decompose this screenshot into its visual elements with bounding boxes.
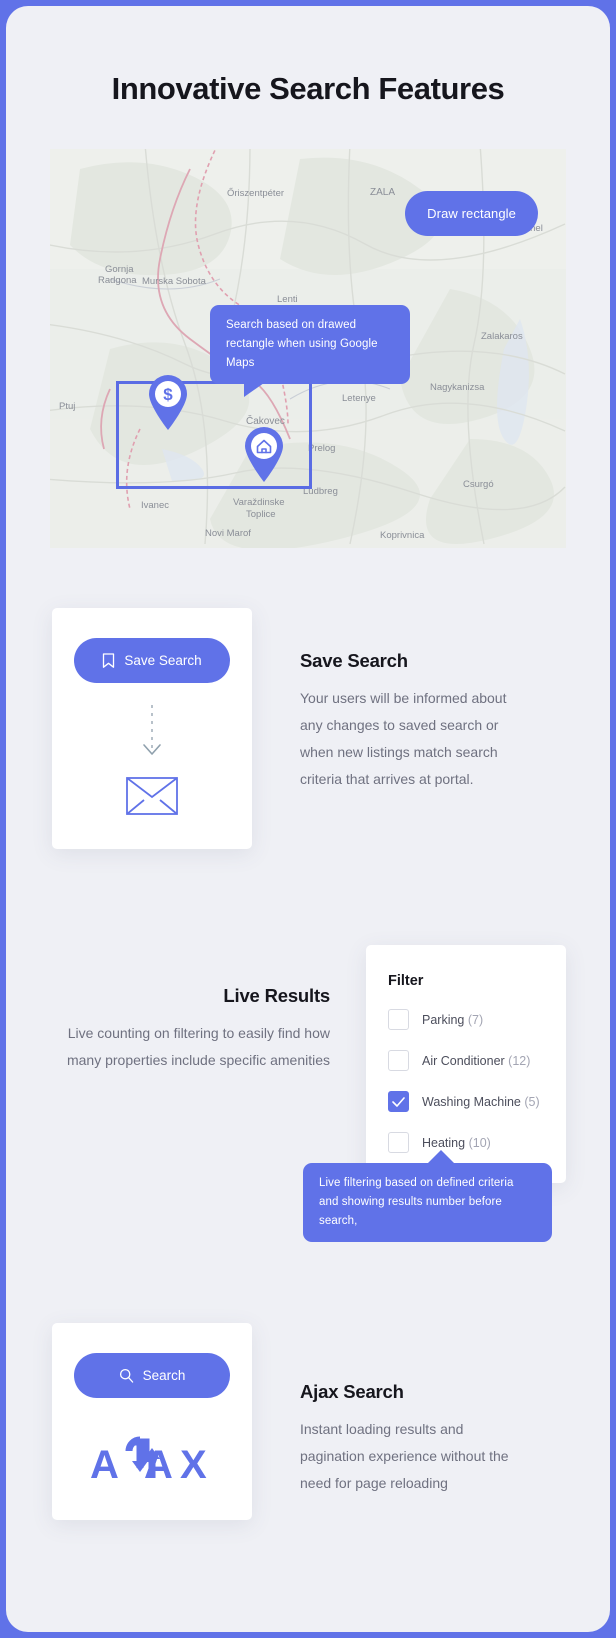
- save-search-heading: Save Search: [300, 650, 408, 671]
- ajax-search-button[interactable]: Search: [74, 1353, 230, 1398]
- svg-text:X: X: [180, 1443, 207, 1480]
- map-preview[interactable]: Őriszentpéter ZALA szthel Gornja Radgona…: [50, 149, 566, 548]
- filter-label-parking: Parking (7): [422, 1012, 484, 1027]
- feature-live-results: Live Results Live counting on filtering …: [50, 945, 566, 1245]
- dollar-icon: $: [163, 385, 173, 404]
- ajax-search-card: Search A A X: [52, 1323, 252, 1520]
- svg-text:Nagykanizsa: Nagykanizsa: [430, 382, 485, 393]
- svg-text:Toplice: Toplice: [246, 509, 276, 520]
- svg-text:Ptuj: Ptuj: [59, 401, 75, 412]
- filter-row-heating[interactable]: Heating (10): [388, 1132, 544, 1153]
- filter-count-parking: (7): [467, 1012, 484, 1027]
- save-search-button[interactable]: Save Search: [74, 638, 230, 683]
- svg-text:Zalakaros: Zalakaros: [481, 331, 523, 342]
- tooltip-live-filtering: Live filtering based on defined criteria…: [303, 1150, 552, 1242]
- svg-text:Koprivnica: Koprivnica: [380, 530, 425, 541]
- tooltip-draw-rectangle[interactable]: Draw rectangle: [405, 191, 538, 236]
- save-search-card: Save Search: [52, 608, 252, 849]
- map-marker-home[interactable]: [242, 425, 286, 483]
- checkbox-heating[interactable]: [388, 1132, 409, 1153]
- filter-row-air-conditioner[interactable]: Air Conditioner (12): [388, 1050, 544, 1071]
- filter-title: Filter: [388, 973, 424, 989]
- save-search-body: Your users will be informed about any ch…: [300, 690, 507, 787]
- filter-label-heating: Heating (10): [422, 1135, 491, 1150]
- checkbox-parking[interactable]: [388, 1009, 409, 1030]
- ajax-logo: A A X: [90, 1436, 208, 1480]
- svg-text:Novi Marof: Novi Marof: [205, 528, 251, 539]
- svg-text:Őriszentpéter: Őriszentpéter: [227, 188, 284, 199]
- svg-text:Murska Sobota: Murska Sobota: [142, 276, 207, 287]
- svg-text:Gornja: Gornja: [105, 264, 134, 275]
- dashed-arrow-icon: [143, 705, 161, 755]
- filter-count-washing-machine: (5): [524, 1094, 540, 1109]
- checkbox-washing-machine[interactable]: [388, 1091, 409, 1112]
- filter-label-washing-machine: Washing Machine (5): [422, 1094, 540, 1109]
- svg-text:Lenti: Lenti: [277, 294, 298, 305]
- svg-text:A: A: [90, 1443, 118, 1480]
- filter-label-air-conditioner: Air Conditioner (12): [422, 1053, 531, 1068]
- save-search-text: Save Search Your users will be informed …: [252, 608, 520, 849]
- svg-text:Csurgó: Csurgó: [463, 479, 494, 490]
- live-results-body: Live counting on filtering to easily fin…: [66, 1025, 330, 1068]
- check-icon: [392, 1096, 405, 1107]
- live-results-text: Live Results Live counting on filtering …: [50, 945, 330, 1074]
- envelope-icon: [126, 777, 178, 815]
- live-results-heading: Live Results: [223, 985, 330, 1006]
- svg-text:Varaždinske: Varaždinske: [233, 497, 285, 508]
- feature-save-search: Save Search Save Search Your users will …: [50, 608, 566, 849]
- svg-text:Ivanec: Ivanec: [141, 500, 169, 511]
- feature-ajax-search: Search A A X Ajax Search Instant loading…: [50, 1323, 566, 1520]
- filter-row-parking[interactable]: Parking (7): [388, 1009, 544, 1030]
- ajax-search-text: Ajax Search Instant loading results and …: [252, 1323, 520, 1520]
- svg-text:Radgona: Radgona: [98, 275, 137, 286]
- checkbox-air-conditioner[interactable]: [388, 1050, 409, 1071]
- svg-text:Prelog: Prelog: [308, 443, 335, 454]
- filter-count-heating: (10): [468, 1135, 491, 1150]
- save-search-button-label: Save Search: [124, 653, 202, 668]
- ajax-search-heading: Ajax Search: [300, 1381, 404, 1402]
- page-frame: Innovative Search Features Őriszentpéter…: [6, 6, 610, 1632]
- tooltip-rectangle-search: Search based on drawed rectangle when us…: [210, 305, 410, 397]
- svg-text:ZALA: ZALA: [370, 187, 395, 198]
- magnifier-icon: [119, 1368, 133, 1383]
- page-title: Innovative Search Features: [111, 71, 505, 106]
- svg-text:Letenye: Letenye: [342, 393, 376, 404]
- map-marker-price[interactable]: $: [146, 373, 190, 431]
- bookmark-icon: [103, 652, 115, 668]
- filter-row-washing-machine[interactable]: Washing Machine (5): [388, 1091, 544, 1112]
- ajax-search-button-label: Search: [142, 1368, 186, 1383]
- filter-count-air-conditioner: (12): [508, 1053, 531, 1068]
- filter-card: Filter Parking (7) Air Conditioner (12): [366, 945, 566, 1183]
- ajax-search-body: Instant loading results and pagination e…: [300, 1421, 509, 1491]
